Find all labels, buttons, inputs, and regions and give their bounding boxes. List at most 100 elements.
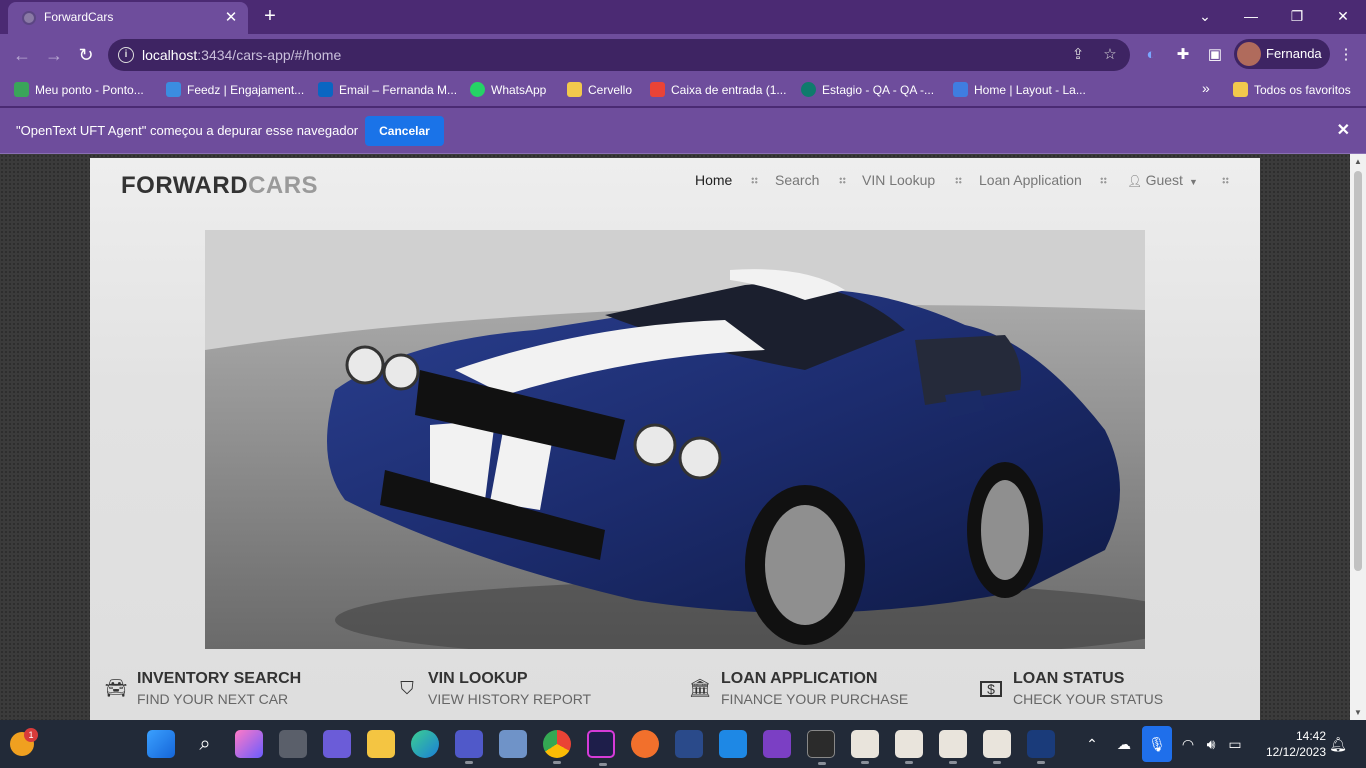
nav-separator bbox=[955, 177, 962, 184]
bookmark-item[interactable]: WhatsApp bbox=[470, 82, 546, 100]
forward-arrow-icon[interactable]: → bbox=[42, 43, 66, 67]
browser-toolbar: ← → ↻ i localhost:3434/cars-app/#/home ⇪… bbox=[0, 34, 1366, 76]
share-icon[interactable]: ⇪ bbox=[1068, 45, 1088, 65]
site-container: FORWARDCARS Home Search VIN Lookup Loan … bbox=[90, 158, 1260, 720]
nav-home[interactable]: Home bbox=[695, 172, 732, 188]
restore-icon[interactable]: ❐ bbox=[1279, 4, 1315, 28]
tab-search-chevron-icon[interactable]: ⌄ bbox=[1187, 4, 1223, 28]
edge-icon[interactable] bbox=[411, 730, 439, 758]
copilot-icon[interactable]: ◐ bbox=[1141, 45, 1161, 65]
minimize-icon[interactable]: — bbox=[1233, 4, 1269, 28]
avatar bbox=[1237, 42, 1261, 66]
notifications-bell-icon[interactable]: 🔔︎ bbox=[1328, 734, 1348, 754]
java-app-icon[interactable] bbox=[939, 730, 967, 764]
wifi-icon[interactable]: ◠ bbox=[1178, 734, 1198, 754]
nav-separator bbox=[1100, 177, 1107, 184]
close-window-icon[interactable]: ✕ bbox=[1325, 4, 1361, 28]
java-app-icon[interactable] bbox=[895, 730, 923, 764]
bookmark-item[interactable]: Email – Fernanda M... bbox=[318, 82, 457, 100]
postman-icon[interactable] bbox=[631, 730, 659, 758]
bookmark-label: Email – Fernanda M... bbox=[339, 83, 458, 97]
bookmark-label: WhatsApp bbox=[491, 83, 547, 97]
menu-kebab-icon[interactable]: ⋮ bbox=[1336, 45, 1356, 65]
url-host: localhost bbox=[142, 47, 198, 63]
vscode-icon[interactable] bbox=[719, 730, 747, 758]
user-menu[interactable]: 👤︎ Guest ▼ bbox=[1127, 172, 1198, 188]
nav-vin-lookup[interactable]: VIN Lookup bbox=[862, 172, 935, 188]
url-path: :3434/cars-app/#/home bbox=[197, 47, 342, 63]
nav-separator bbox=[1222, 177, 1229, 184]
tab-favicon-icon bbox=[22, 11, 36, 25]
search-icon[interactable]: ⌕ bbox=[191, 730, 219, 758]
bank-icon: 🏛︎ bbox=[688, 678, 712, 698]
infobar-message: "OpenText UFT Agent" começou a depurar e… bbox=[16, 123, 359, 138]
reload-icon[interactable]: ↻ bbox=[74, 43, 98, 67]
bookmark-star-icon[interactable]: ☆ bbox=[1100, 45, 1120, 65]
visual-studio-icon[interactable] bbox=[763, 730, 791, 758]
copilot-taskbar-icon[interactable] bbox=[235, 730, 263, 758]
chrome-icon[interactable] bbox=[543, 730, 571, 764]
bookmarks-bar: Meu ponto - Ponto... Feedz | Engajament.… bbox=[0, 76, 1366, 106]
nav-loan-application[interactable]: Loan Application bbox=[979, 172, 1082, 188]
java-app-icon[interactable] bbox=[851, 730, 879, 764]
terminal-icon[interactable] bbox=[807, 730, 835, 765]
start-windows-icon[interactable] bbox=[147, 730, 175, 758]
microphone-icon[interactable]: 🎙︎ bbox=[1142, 726, 1172, 762]
browser-tab[interactable]: ForwardCars ✕ bbox=[8, 2, 248, 34]
bookmark-item[interactable]: Meu ponto - Ponto... bbox=[14, 82, 144, 100]
hero-car-image bbox=[205, 230, 1145, 649]
battery-icon[interactable]: ▭ bbox=[1225, 734, 1245, 754]
bookmark-item[interactable]: Home | Layout - La... bbox=[953, 82, 1086, 100]
volume-icon[interactable]: 🔊︎ bbox=[1201, 734, 1221, 754]
back-arrow-icon[interactable]: ← bbox=[10, 43, 34, 67]
url-text[interactable]: localhost:3434/cars-app/#/home bbox=[142, 47, 341, 63]
scroll-down-icon[interactable]: ▼ bbox=[1354, 708, 1362, 717]
page-scrollbar[interactable]: ▲ ▼ bbox=[1350, 154, 1366, 720]
logo-part-forward: FORWARD bbox=[121, 172, 249, 199]
feature-title: LOAN STATUS bbox=[1013, 670, 1125, 687]
bookmarks-overflow-icon[interactable]: » bbox=[1202, 80, 1210, 98]
site-logo[interactable]: FORWARDCARS bbox=[121, 172, 318, 200]
feature-title: LOAN APPLICATION bbox=[721, 670, 878, 687]
bookmark-label: Home | Layout - La... bbox=[974, 83, 1086, 97]
tab-close-icon[interactable]: ✕ bbox=[222, 8, 240, 26]
tab-title: ForwardCars bbox=[44, 10, 114, 24]
bookmark-item[interactable]: Cervello bbox=[567, 82, 632, 100]
all-bookmarks-label: Todos os favoritos bbox=[1254, 83, 1351, 97]
cancel-button[interactable]: Cancelar bbox=[365, 116, 444, 146]
bookmark-favicon-icon bbox=[318, 82, 333, 97]
monitor-app-icon[interactable] bbox=[499, 730, 527, 758]
nav-separator bbox=[751, 177, 758, 184]
task-view-icon[interactable] bbox=[279, 730, 307, 758]
bookmark-folder-icon bbox=[567, 82, 582, 97]
java-app-icon[interactable] bbox=[983, 730, 1011, 764]
onedrive-cloud-icon[interactable]: ☁ bbox=[1114, 734, 1134, 754]
feature-title: VIN LOOKUP bbox=[428, 670, 528, 687]
teams-icon[interactable] bbox=[455, 730, 483, 764]
bookmark-item[interactable]: Caixa de entrada (1... bbox=[650, 82, 786, 100]
site-info-icon[interactable]: i bbox=[118, 47, 134, 63]
uft-agent-icon[interactable] bbox=[1027, 730, 1055, 764]
new-tab-icon[interactable]: + bbox=[258, 5, 282, 28]
address-bar[interactable]: i localhost:3434/cars-app/#/home ⇪ ☆ bbox=[108, 39, 1130, 71]
network-app-icon[interactable] bbox=[675, 730, 703, 758]
scroll-up-icon[interactable]: ▲ bbox=[1354, 157, 1362, 166]
feature-title: INVENTORY SEARCH bbox=[137, 670, 302, 687]
tray-overflow-chevron-icon[interactable]: ⌃ bbox=[1082, 734, 1102, 754]
taskbar-clock[interactable]: 14:42 12/12/2023 bbox=[1256, 728, 1326, 760]
scrollbar-thumb[interactable] bbox=[1354, 171, 1362, 571]
profile-button[interactable]: Fernanda bbox=[1234, 39, 1330, 69]
profile-name: Fernanda bbox=[1266, 46, 1322, 61]
bookmark-item[interactable]: Estagio - QA - QA -... bbox=[801, 82, 934, 100]
teams-chat-icon[interactable] bbox=[323, 730, 351, 758]
extensions-puzzle-icon[interactable]: ✚ bbox=[1173, 45, 1193, 65]
nav-search[interactable]: Search bbox=[775, 172, 819, 188]
file-explorer-icon[interactable] bbox=[367, 730, 395, 758]
road-icon: ⛉ bbox=[400, 678, 414, 698]
weather-badge: 1 bbox=[24, 728, 38, 742]
bookmark-item[interactable]: Feedz | Engajament... bbox=[166, 82, 304, 100]
side-panel-icon[interactable]: ▣ bbox=[1205, 45, 1225, 65]
all-bookmarks[interactable]: Todos os favoritos bbox=[1233, 82, 1351, 100]
infobar-close-icon[interactable]: ✕ bbox=[1337, 120, 1350, 140]
intellij-icon[interactable] bbox=[587, 730, 615, 766]
